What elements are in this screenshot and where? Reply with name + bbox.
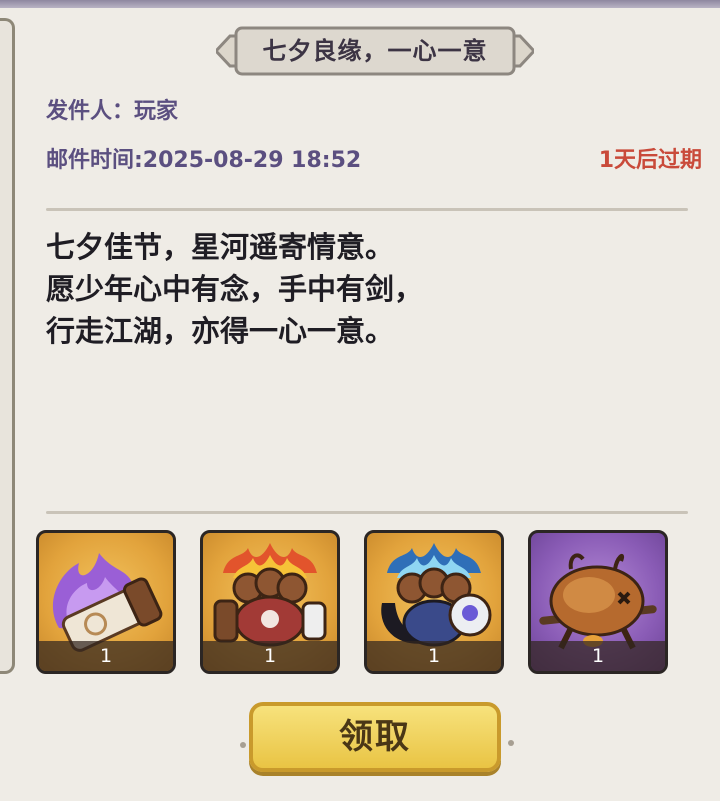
- mail-expiry: 1天后过期: [598, 148, 702, 173]
- mail-body-line: 行走江湖，亦得一心一意。: [46, 314, 395, 348]
- mail-time: 邮件时间:2025-08-29 18:52: [46, 148, 362, 173]
- reward-item-3[interactable]: 1: [364, 530, 504, 674]
- reward-count: 1: [591, 645, 605, 667]
- decor-dot: [508, 740, 514, 746]
- mail-body-line: 愿少年心中有念，手中有剑，: [46, 272, 424, 306]
- reward-count: 1: [99, 645, 113, 667]
- claim-button[interactable]: 领取: [249, 702, 501, 772]
- mail-title-banner: 七夕良缘，一心一意: [216, 24, 534, 78]
- side-panel-edge: [0, 18, 15, 674]
- mail-body-line: 七夕佳节，星河遥寄情意。: [46, 230, 395, 264]
- reward-item-1[interactable]: 1: [36, 530, 176, 674]
- rewards-divider: [46, 511, 688, 514]
- mail-body: 七夕佳节，星河遥寄情意。 愿少年心中有念，手中有剑， 行走江湖，亦得一心一意。: [46, 226, 686, 352]
- reward-count: 1: [427, 645, 441, 667]
- reward-count: 1: [263, 645, 277, 667]
- decor-dot: [240, 742, 246, 748]
- mail-title: 七夕良缘，一心一意: [262, 37, 488, 65]
- mail-sender: 发件人：玩家: [46, 99, 179, 124]
- reward-item-4[interactable]: 1: [528, 530, 668, 674]
- top-frame-strip: [0, 0, 720, 8]
- header-divider: [46, 208, 688, 211]
- reward-item-2[interactable]: 1: [200, 530, 340, 674]
